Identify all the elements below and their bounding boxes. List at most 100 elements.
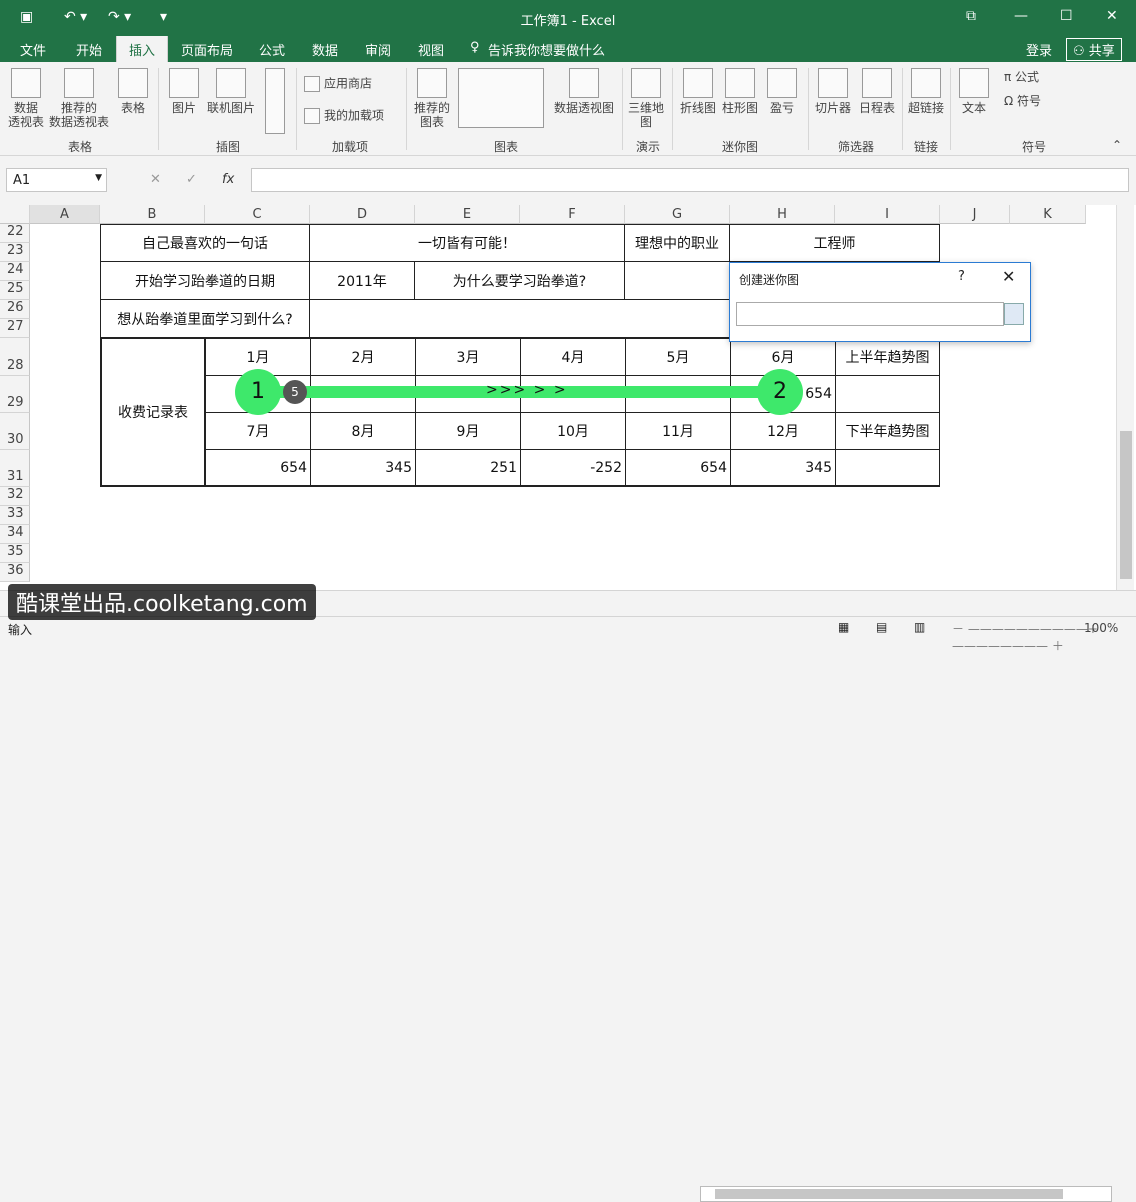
zoom-level[interactable]: 100% [1084,621,1118,635]
minimize-icon[interactable]: — [1014,8,1028,24]
range-picker-icon[interactable] [1004,303,1024,325]
help-icon[interactable]: ? [958,269,965,284]
recommended-charts-button[interactable]: 推荐的 图表 [410,68,454,129]
data-range-input[interactable] [736,302,1004,326]
tab-home[interactable]: 开始 [76,40,102,59]
chart-types-gallery[interactable] [456,68,546,128]
hyperlink-button[interactable]: 超链接 [906,68,946,115]
col-header[interactable]: J [940,205,1010,224]
maximize-icon[interactable]: ☐ [1060,8,1073,24]
cell[interactable]: 9月 [415,412,521,450]
cell[interactable]: 12月 [730,412,836,450]
close-icon[interactable]: ✕ [1002,267,1015,286]
col-header[interactable]: I [835,205,940,224]
col-header[interactable]: F [520,205,625,224]
formula-input[interactable] [251,168,1129,192]
cell[interactable]: 8月 [310,412,416,450]
table-button[interactable]: 表格 [114,68,152,115]
row-header[interactable]: 25 [0,281,30,300]
col-header[interactable]: G [625,205,730,224]
row-header[interactable]: 23 [0,243,30,262]
scroll-thumb[interactable] [1120,431,1132,579]
sparkline-column-button[interactable]: 柱形图 [720,68,760,115]
cell[interactable]: 上半年趋势图 [835,337,940,376]
page-layout-icon[interactable]: ▤ [876,620,887,634]
row-header[interactable]: 26 [0,300,30,319]
row-header[interactable]: 34 [0,525,30,544]
cell[interactable]: 3月 [415,337,521,376]
insert-function-icon[interactable]: fx [222,172,234,187]
cell[interactable]: 5月 [625,337,731,376]
tab-formulas[interactable]: 公式 [259,40,285,59]
col-header[interactable]: H [730,205,835,224]
cell[interactable]: 4月 [520,337,626,376]
col-header[interactable]: A [30,205,100,224]
picture-button[interactable]: 图片 [166,68,202,115]
row-header[interactable]: 36 [0,563,30,582]
cell[interactable]: 345 [730,449,836,487]
row-header[interactable]: 22 [0,224,30,243]
row-header[interactable]: 27 [0,319,30,338]
cell[interactable]: 11月 [625,412,731,450]
vertical-scrollbar[interactable] [1116,205,1134,590]
cell[interactable]: 251 [415,449,521,487]
tell-me-search[interactable]: 告诉我你想要做什么 [488,40,605,59]
row-header[interactable]: 32 [0,487,30,506]
recommended-pivot-button[interactable]: 推荐的 数据透视表 [48,68,110,129]
cell[interactable] [835,375,940,413]
equation-button[interactable]: π 公式 [1004,70,1039,84]
row-header[interactable]: 35 [0,544,30,563]
row-header[interactable]: 28 [0,338,30,376]
online-picture-button[interactable]: 联机图片 [204,68,258,115]
collapse-ribbon-icon[interactable]: ⌃ [1112,138,1122,152]
col-header[interactable]: B [100,205,205,224]
cell[interactable]: 工程师 [729,224,940,262]
cell[interactable]: 2月 [310,337,416,376]
cell[interactable]: 7月 [205,412,311,450]
3d-map-button[interactable]: 三维地 图 [626,68,666,129]
cancel-icon[interactable]: ✕ [150,172,161,187]
normal-view-icon[interactable]: ▦ [838,620,849,634]
tab-insert[interactable]: 插入 [116,36,169,62]
cell[interactable]: 开始学习跆拳道的日期 [100,261,310,300]
tab-review[interactable]: 审阅 [365,40,391,59]
ribbon-display-icon[interactable]: ⧉ [966,8,976,24]
row-header[interactable]: 24 [0,262,30,281]
tab-view[interactable]: 视图 [418,40,444,59]
tab-file[interactable]: 文件 [20,40,46,59]
text-button[interactable]: 文本 [956,68,992,115]
cell[interactable]: 654 [205,449,311,487]
symbol-button[interactable]: Ω 符号 [1004,94,1041,108]
my-addins-button[interactable]: 我的加载项 [304,108,384,124]
timeline-button[interactable]: 日程表 [856,68,898,115]
row-header[interactable]: 30 [0,413,30,450]
cell[interactable]: -252 [520,449,626,487]
col-header[interactable]: C [205,205,310,224]
name-box[interactable]: A1 ▼ [6,168,107,192]
sparkline-winloss-button[interactable]: 盈亏 [762,68,802,115]
col-header[interactable]: D [310,205,415,224]
store-button[interactable]: 应用商店 [304,76,372,92]
cell[interactable]: 理想中的职业 [624,224,730,262]
sparkline-line-button[interactable]: 折线图 [678,68,718,115]
close-icon[interactable]: ✕ [1106,8,1118,24]
pivot-chart-button[interactable]: 数据透视图 [552,68,616,115]
pivot-table-button[interactable]: 数据 透视表 [6,68,46,129]
tab-data[interactable]: 数据 [312,40,338,59]
cell[interactable]: 一切皆有可能！ [309,224,625,262]
scroll-thumb[interactable] [715,1189,1063,1199]
cell[interactable]: 2011年 [309,261,415,300]
horizontal-scrollbar[interactable] [700,1186,1112,1202]
cell[interactable]: 收费记录表 [100,337,206,487]
cell[interactable]: 为什么要学习跆拳道? [414,261,625,300]
share-button[interactable]: ⚇ 共享 [1066,38,1122,61]
login-link[interactable]: 登录 [1026,40,1052,59]
shapes-button[interactable] [260,68,290,137]
page-break-icon[interactable]: ▥ [914,620,925,634]
cell[interactable]: 654 [625,449,731,487]
col-header[interactable]: K [1010,205,1086,224]
col-header[interactable]: E [415,205,520,224]
cell[interactable]: 下半年趋势图 [835,412,940,450]
select-all[interactable] [0,205,30,224]
cell[interactable]: 10月 [520,412,626,450]
